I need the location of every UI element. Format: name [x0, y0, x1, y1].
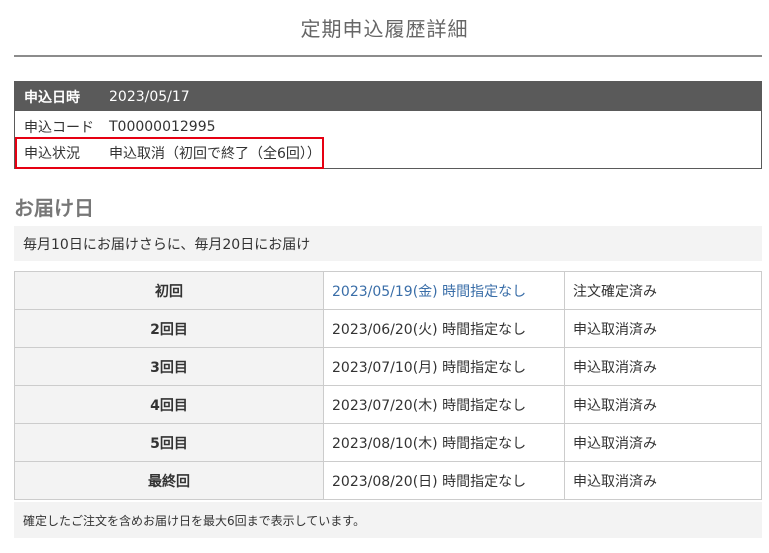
table-row: 5回目 2023/08/10(木) 時間指定なし 申込取消済み: [14, 423, 762, 462]
delivery-table: 初回 2023/05/19(金) 時間指定なし 注文確定済み 2回目 2023/…: [14, 271, 762, 500]
round-cell: 初回: [14, 271, 324, 310]
round-cell: 3回目: [14, 347, 324, 386]
title-divider: [14, 55, 762, 57]
table-row: 3回目 2023/07/10(月) 時間指定なし 申込取消済み: [14, 347, 762, 386]
status-label: 申込状況: [24, 146, 80, 162]
date-label: 申込日時: [24, 89, 80, 106]
delivery-heading: お届け日: [14, 196, 94, 220]
delivery-schedule: 毎月10日にお届けさらに、毎月20日にお届け: [14, 226, 762, 261]
round-cell: 4回目: [14, 385, 324, 424]
delivery-footnote: 確定したご注文を含めお届け日を最大6回まで表示しています。: [14, 502, 762, 538]
date-cell: 2023/07/10(月) 時間指定なし: [323, 347, 565, 386]
table-row: 初回 2023/05/19(金) 時間指定なし 注文確定済み: [14, 271, 762, 310]
summary-code-row: 申込コード T00000012995: [15, 114, 761, 140]
round-cell: 2回目: [14, 309, 324, 348]
date-cell: 2023/06/20(火) 時間指定なし: [323, 309, 565, 348]
date-cell: 2023/08/10(木) 時間指定なし: [323, 423, 565, 462]
table-row: 2回目 2023/06/20(火) 時間指定なし 申込取消済み: [14, 309, 762, 348]
table-row: 4回目 2023/07/20(木) 時間指定なし 申込取消済み: [14, 385, 762, 424]
code-value: T00000012995: [109, 119, 216, 135]
status-cell: 申込取消済み: [564, 385, 762, 424]
summary-date-row: 申込日時 2023/05/17: [15, 82, 761, 111]
page-title: 定期申込履歴詳細: [300, 17, 469, 41]
status-value: 申込取消（初回で終了（全6回））: [109, 146, 321, 162]
subscription-summary: 申込日時 2023/05/17 申込コード T00000012995 申込状況 …: [14, 81, 762, 169]
status-cell: 注文確定済み: [564, 271, 762, 310]
status-cell: 申込取消済み: [564, 309, 762, 348]
status-cell: 申込取消済み: [564, 423, 762, 462]
status-cell: 申込取消済み: [564, 347, 762, 386]
round-cell: 5回目: [14, 423, 324, 462]
table-row: 最終回 2023/08/20(日) 時間指定なし 申込取消済み: [14, 461, 762, 500]
code-label: 申込コード: [24, 120, 94, 136]
order-history-detail-page: 定期申込履歴詳細 申込日時 2023/05/17 申込コード T00000012…: [0, 0, 769, 553]
round-cell: 最終回: [14, 461, 324, 500]
date-cell: 2023/08/20(日) 時間指定なし: [323, 461, 565, 500]
summary-status-row: 申込状況 申込取消（初回で終了（全6回））: [15, 140, 761, 166]
date-cell: 2023/07/20(木) 時間指定なし: [323, 385, 565, 424]
date-value: 2023/05/17: [109, 88, 190, 105]
delivery-date-link[interactable]: 2023/05/19(金) 時間指定なし: [323, 271, 565, 310]
status-cell: 申込取消済み: [564, 461, 762, 500]
